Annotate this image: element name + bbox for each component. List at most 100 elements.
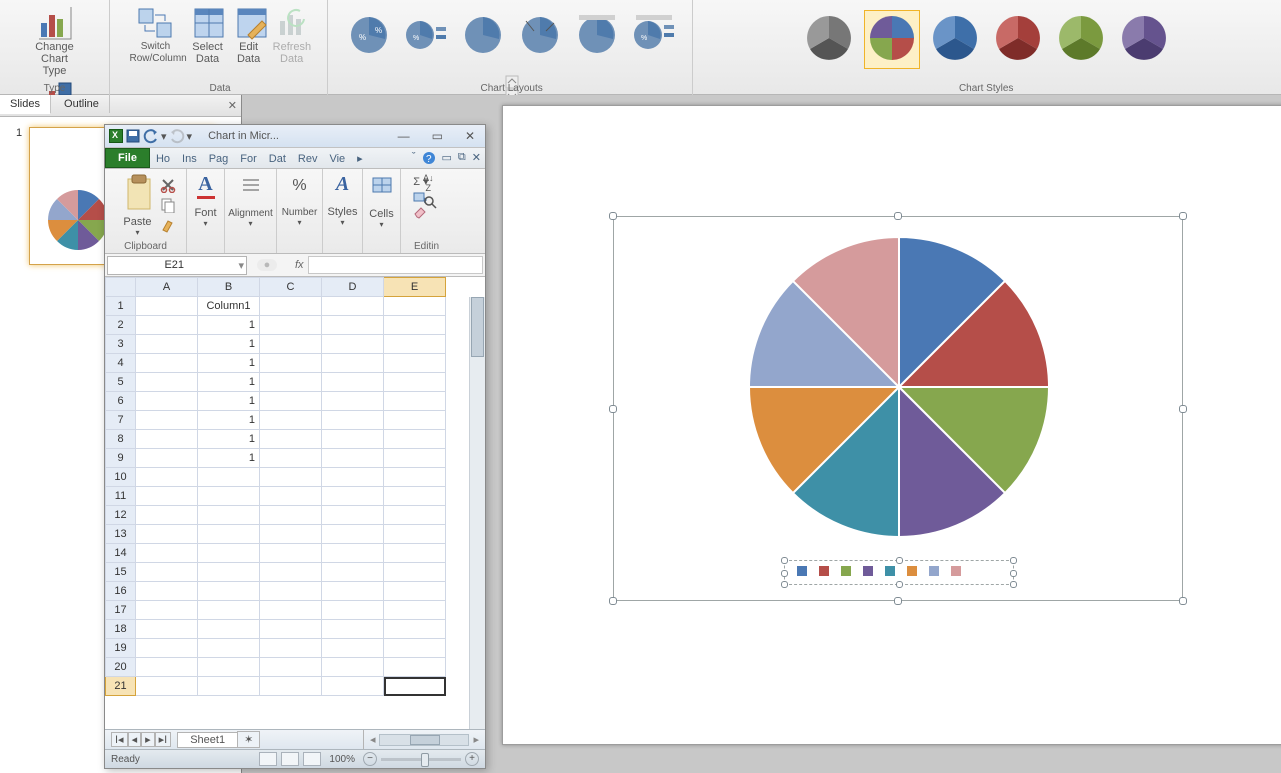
cell-B4[interactable]: 1 <box>198 354 260 373</box>
cell-D13[interactable] <box>322 525 384 544</box>
cell-B8[interactable]: 1 <box>198 430 260 449</box>
change-chart-type-button[interactable]: Change Chart Type <box>30 2 80 76</box>
row-header-2[interactable]: 2 <box>106 316 136 335</box>
resize-handle[interactable] <box>894 212 902 220</box>
select-all-corner[interactable] <box>106 278 136 297</box>
chart-style-2[interactable] <box>864 10 920 69</box>
styles-group[interactable]: A <box>336 173 349 196</box>
cell-D5[interactable] <box>322 373 384 392</box>
cell-E5[interactable] <box>384 373 446 392</box>
menu-insert[interactable]: Ins <box>176 150 203 168</box>
row-header-15[interactable]: 15 <box>106 563 136 582</box>
row-header-20[interactable]: 20 <box>106 658 136 677</box>
cell-E9[interactable] <box>384 449 446 468</box>
excel-titlebar[interactable]: ▾ ▾ Chart in Micr... — ▭ ✕ <box>105 125 485 147</box>
undo-dropdown[interactable]: ▾ <box>161 130 167 143</box>
cancel-formula-icon[interactable]: ● <box>257 259 277 271</box>
sheet-tab-1[interactable]: Sheet1 <box>177 732 238 748</box>
row-header-4[interactable]: 4 <box>106 354 136 373</box>
cell-D8[interactable] <box>322 430 384 449</box>
cell-D3[interactable] <box>322 335 384 354</box>
cell-A2[interactable] <box>136 316 198 335</box>
cell-E17[interactable] <box>384 601 446 620</box>
cell-D11[interactable] <box>322 487 384 506</box>
cell-D2[interactable] <box>322 316 384 335</box>
cell-B14[interactable] <box>198 544 260 563</box>
sheet-nav-prev[interactable]: ◂ <box>128 732 142 747</box>
col-header-B[interactable]: B <box>198 278 260 297</box>
sheet-nav-next[interactable]: ▸ <box>141 732 155 747</box>
find-icon[interactable] <box>423 195 437 209</box>
zoom-in-button[interactable]: + <box>465 752 479 766</box>
edit-data-button[interactable]: Edit Data <box>231 2 267 76</box>
cell-C3[interactable] <box>260 335 322 354</box>
cell-D1[interactable] <box>322 297 384 316</box>
cell-B1[interactable]: Column1 <box>198 297 260 316</box>
menu-formulas[interactable]: For <box>234 150 263 168</box>
chart-style-1[interactable] <box>801 10 857 69</box>
legend-swatch-1[interactable] <box>797 566 807 576</box>
cell-A13[interactable] <box>136 525 198 544</box>
formula-bar[interactable] <box>308 256 483 274</box>
cell-E8[interactable] <box>384 430 446 449</box>
sort-az-icon[interactable]: A↓Z <box>423 173 434 193</box>
chart-style-6[interactable] <box>1116 10 1172 69</box>
cell-E2[interactable] <box>384 316 446 335</box>
cell-B9[interactable]: 1 <box>198 449 260 468</box>
cell-A20[interactable] <box>136 658 198 677</box>
cell-E6[interactable] <box>384 392 446 411</box>
chart-layout-1[interactable]: %% <box>344 10 394 63</box>
menu-home[interactable]: Ho <box>150 150 176 168</box>
cell-D16[interactable] <box>322 582 384 601</box>
cell-B20[interactable] <box>198 658 260 677</box>
cell-B21[interactable] <box>198 677 260 696</box>
cell-B5[interactable]: 1 <box>198 373 260 392</box>
cell-B15[interactable] <box>198 563 260 582</box>
col-header-E[interactable]: E <box>384 278 446 297</box>
chart-legend[interactable] <box>784 560 1014 585</box>
resize-handle[interactable] <box>609 405 617 413</box>
legend-swatch-7[interactable] <box>929 566 939 576</box>
cell-E14[interactable] <box>384 544 446 563</box>
view-page-break-button[interactable] <box>303 752 321 766</box>
chart-object[interactable] <box>613 216 1183 601</box>
zoom-slider[interactable] <box>381 758 461 761</box>
cell-D21[interactable] <box>322 677 384 696</box>
legend-swatch-4[interactable] <box>863 566 873 576</box>
cell-E19[interactable] <box>384 639 446 658</box>
tab-slides[interactable]: Slides <box>0 95 51 114</box>
cell-C19[interactable] <box>260 639 322 658</box>
cell-B11[interactable] <box>198 487 260 506</box>
cell-D18[interactable] <box>322 620 384 639</box>
cell-D19[interactable] <box>322 639 384 658</box>
chart-layout-2[interactable]: % <box>401 10 451 63</box>
cell-C9[interactable] <box>260 449 322 468</box>
row-header-14[interactable]: 14 <box>106 544 136 563</box>
insert-sheet-icon[interactable]: ✶ <box>237 731 260 748</box>
row-header-11[interactable]: 11 <box>106 487 136 506</box>
cell-A19[interactable] <box>136 639 198 658</box>
cell-D9[interactable] <box>322 449 384 468</box>
cell-E18[interactable] <box>384 620 446 639</box>
cell-C2[interactable] <box>260 316 322 335</box>
resize-handle[interactable] <box>609 597 617 605</box>
legend-swatch-8[interactable] <box>951 566 961 576</box>
row-header-3[interactable]: 3 <box>106 335 136 354</box>
cell-B18[interactable] <box>198 620 260 639</box>
cell-D4[interactable] <box>322 354 384 373</box>
resize-handle[interactable] <box>1179 597 1187 605</box>
redo-icon[interactable] <box>169 128 185 144</box>
row-header-1[interactable]: 1 <box>106 297 136 316</box>
copy-icon[interactable] <box>160 197 176 213</box>
view-page-layout-button[interactable] <box>281 752 299 766</box>
close-window-button[interactable]: ✕ <box>459 129 481 143</box>
help-icon[interactable]: ? <box>422 151 436 165</box>
cell-E10[interactable] <box>384 468 446 487</box>
resize-handle[interactable] <box>894 597 902 605</box>
menu-data[interactable]: Dat <box>263 150 292 168</box>
cell-C6[interactable] <box>260 392 322 411</box>
cell-E12[interactable] <box>384 506 446 525</box>
resize-handle[interactable] <box>1179 405 1187 413</box>
cell-C8[interactable] <box>260 430 322 449</box>
view-normal-button[interactable] <box>259 752 277 766</box>
